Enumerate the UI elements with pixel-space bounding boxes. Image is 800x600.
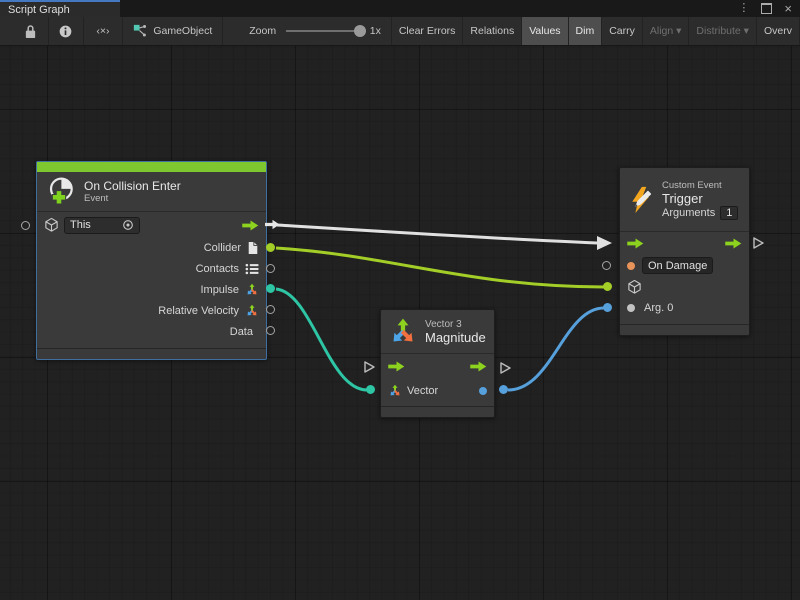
gameobject-cube-icon	[627, 279, 642, 295]
tab-bar: Script Graph ⋮ ×	[0, 0, 800, 17]
port-magnitude-flow-output[interactable]	[498, 361, 512, 375]
close-icon[interactable]: ×	[784, 2, 792, 15]
port-contacts-output[interactable]	[266, 264, 275, 273]
magnitude-node-header: Vector 3 Magnitude	[381, 310, 494, 354]
node-on-collision-enter[interactable]: On Collision Enter Event This Collider	[36, 161, 267, 360]
port-trigger-arg0-input[interactable]	[603, 303, 612, 312]
port-data-output[interactable]	[266, 326, 275, 335]
tab-title: Script Graph	[8, 4, 70, 16]
port-magnitude-flow-input[interactable]	[362, 360, 376, 374]
object-picker-icon[interactable]	[122, 219, 134, 231]
vector3-icon	[245, 304, 259, 318]
lock-button[interactable]	[14, 17, 49, 45]
node-title: Trigger	[662, 192, 738, 206]
event-node-bar	[37, 162, 266, 172]
graph-toolbar: ‹×› GameObject Zoom 1x Clear Errors Rela…	[0, 17, 800, 46]
flow-input-arrow-icon	[627, 238, 644, 249]
node-subtitle: Event	[84, 193, 181, 205]
window-controls: ⋮ ×	[738, 0, 800, 17]
arguments-label: Arguments	[662, 207, 715, 219]
port-label-contacts: Contacts	[196, 263, 239, 275]
node-trigger-custom-event[interactable]: Custom Event Trigger Arguments 1 On Dama…	[619, 167, 750, 336]
float-output-dot	[479, 387, 487, 395]
gameobject-icon	[133, 24, 147, 38]
port-relative-velocity-output[interactable]	[266, 305, 275, 314]
tab-script-graph[interactable]: Script Graph	[0, 0, 120, 17]
info-button[interactable]	[49, 17, 84, 45]
graph-target-label: GameObject	[153, 25, 212, 37]
port-impulse-output[interactable]	[266, 284, 275, 293]
vector3-icon	[245, 283, 259, 297]
wire-flow[interactable]	[277, 225, 597, 243]
port-this-input[interactable]	[21, 221, 30, 230]
zoom-value: 1x	[370, 25, 381, 37]
node-title: On Collision Enter	[84, 179, 181, 193]
clear-errors-button[interactable]: Clear Errors	[391, 17, 464, 45]
port-magnitude-result-output[interactable]	[499, 385, 508, 394]
port-label-impulse: Impulse	[200, 284, 239, 296]
flow-output-arrow-icon	[725, 238, 742, 249]
zoom-label: Zoom	[249, 25, 276, 37]
list-icon	[245, 263, 259, 275]
object-type-dot	[627, 304, 635, 312]
graph-target-button[interactable]: GameObject	[123, 17, 223, 45]
port-trigger-name-input[interactable]	[602, 261, 611, 270]
event-name-field[interactable]: On Damage	[642, 257, 713, 274]
dim-toggle[interactable]: Dim	[569, 17, 603, 45]
wire-flow-arrowhead	[597, 236, 612, 250]
graph-canvas[interactable]: On Collision Enter Event This Collider	[0, 46, 800, 600]
values-toggle[interactable]: Values	[522, 17, 568, 45]
align-dropdown[interactable]: Align ▾	[643, 17, 690, 45]
node-title: Magnitude	[425, 331, 486, 345]
code-view-button[interactable]: ‹×›	[84, 17, 124, 45]
string-type-dot	[627, 262, 635, 270]
port-label-vector: Vector	[407, 385, 438, 397]
carry-button[interactable]: Carry	[602, 17, 643, 45]
event-node-header: On Collision Enter Event	[37, 172, 266, 212]
collision-event-icon	[45, 176, 76, 207]
wire-magnitude-arg0[interactable]	[508, 308, 604, 390]
overview-button[interactable]: Overv	[757, 17, 800, 45]
port-flow-output[interactable]	[265, 218, 280, 231]
node-footer	[37, 348, 266, 359]
port-collider-output[interactable]	[266, 243, 275, 252]
code-view-icon: ‹×›	[96, 25, 109, 37]
arguments-count-field[interactable]: 1	[720, 206, 738, 220]
port-label-arg0: Arg. 0	[644, 302, 673, 314]
wire-collider[interactable]	[276, 248, 604, 287]
trigger-node-header: Custom Event Trigger Arguments 1	[620, 168, 749, 232]
target-object-field[interactable]: This	[64, 217, 140, 234]
gameobject-cube-icon	[44, 217, 59, 233]
port-trigger-flow-output[interactable]	[751, 236, 765, 250]
flow-output-arrow-icon	[470, 361, 487, 372]
zoom-slider[interactable]	[286, 30, 364, 32]
node-type-label: Vector 3	[425, 319, 486, 331]
custom-event-icon	[627, 186, 655, 214]
node-vector3-magnitude[interactable]: Vector 3 Magnitude Vector	[380, 309, 495, 418]
vector3-icon	[388, 384, 402, 398]
vector3-icon	[388, 317, 418, 347]
flow-output-arrow-icon	[242, 220, 259, 231]
node-footer	[620, 324, 749, 335]
port-magnitude-vector-input[interactable]	[366, 385, 375, 394]
node-type-label: Custom Event	[662, 180, 738, 192]
port-trigger-target-input[interactable]	[603, 282, 612, 291]
script-graph-window: Script Graph ⋮ × ‹×› GameObject Zoom 1x …	[0, 0, 800, 600]
maximize-icon[interactable]	[761, 3, 772, 14]
distribute-dropdown[interactable]: Distribute ▾	[689, 17, 757, 45]
port-label-relative-velocity: Relative Velocity	[158, 305, 239, 317]
port-label-data: Data	[230, 326, 253, 338]
window-menu-icon[interactable]: ⋮	[738, 3, 749, 14]
zoom-slider-thumb[interactable]	[354, 25, 366, 37]
wire-impulse-vector[interactable]	[276, 289, 367, 390]
flow-input-arrow-icon	[388, 361, 405, 372]
port-label-collider: Collider	[204, 242, 241, 254]
relations-button[interactable]: Relations	[463, 17, 522, 45]
collider-icon	[247, 241, 259, 255]
node-footer	[381, 406, 494, 417]
